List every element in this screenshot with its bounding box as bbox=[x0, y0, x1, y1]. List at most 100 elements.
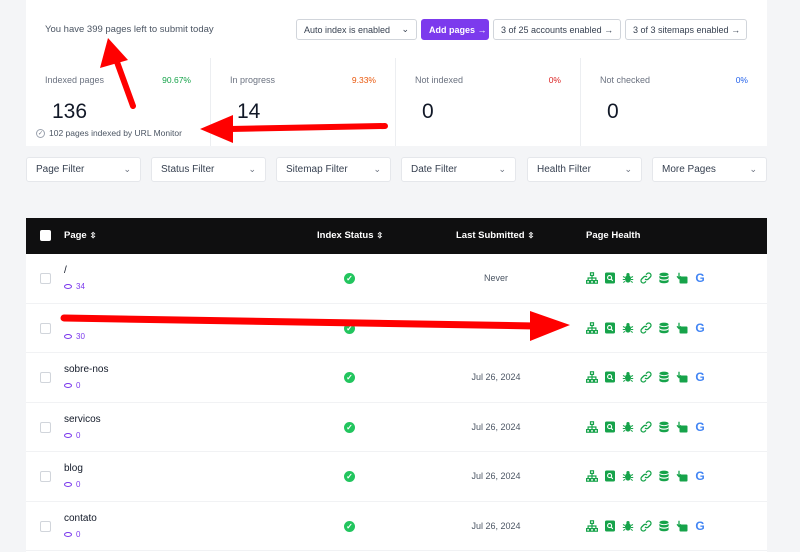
views-count: 34 bbox=[76, 282, 85, 291]
download-doc-icon[interactable] bbox=[676, 470, 688, 482]
last-submitted-date: Jul 26, 2024 bbox=[471, 372, 521, 382]
row-checkbox[interactable] bbox=[40, 322, 51, 334]
download-doc-icon[interactable] bbox=[676, 421, 688, 433]
pages-remaining-text: You have 399 pages left to submit today bbox=[45, 24, 214, 35]
sitemap-icon[interactable] bbox=[586, 519, 598, 532]
bug-icon[interactable] bbox=[622, 272, 634, 284]
column-label: Page Health bbox=[586, 230, 641, 241]
stat-percent: 90.67% bbox=[162, 75, 191, 85]
eye-icon bbox=[64, 333, 72, 339]
link-icon[interactable] bbox=[640, 470, 652, 482]
google-icon[interactable]: G bbox=[694, 470, 706, 482]
bug-icon[interactable] bbox=[622, 520, 634, 532]
bug-icon[interactable] bbox=[622, 421, 634, 433]
link-icon[interactable] bbox=[640, 420, 652, 433]
link-icon[interactable] bbox=[640, 321, 652, 334]
chevron-down-icon: ⌄ bbox=[248, 164, 256, 174]
filter-date[interactable]: Date Filter ⌄ bbox=[401, 157, 516, 182]
sort-icon: ⇳ bbox=[527, 231, 535, 240]
sort-icon: ⇳ bbox=[376, 231, 384, 240]
page-path[interactable]: servicos bbox=[64, 414, 101, 425]
accounts-button[interactable]: 3 of 25 accounts enabled → bbox=[493, 19, 621, 40]
column-last-submitted[interactable]: Last Submitted ⇳ bbox=[456, 230, 534, 241]
row-checkbox[interactable] bbox=[40, 471, 51, 482]
link-icon[interactable] bbox=[640, 371, 652, 383]
column-page[interactable]: Page ⇳ bbox=[64, 230, 96, 241]
search-doc-icon[interactable] bbox=[604, 371, 616, 383]
filter-label: Sitemap Filter bbox=[286, 164, 348, 175]
column-index-status[interactable]: Index Status ⇳ bbox=[317, 230, 383, 241]
bug-icon[interactable] bbox=[622, 470, 634, 482]
download-doc-icon[interactable] bbox=[676, 520, 688, 532]
table-row[interactable]: sobre-nos 0 ✓ Jul 26, 2024 G bbox=[26, 353, 767, 403]
link-icon[interactable] bbox=[640, 519, 652, 532]
pages-table: Page ⇳ Index Status ⇳ Last Submitted ⇳ Page… bbox=[26, 218, 767, 552]
page-path[interactable]: contato bbox=[64, 513, 97, 524]
google-icon[interactable]: G bbox=[694, 371, 706, 383]
stat-not-indexed: Not indexed 0% 0 bbox=[396, 58, 581, 146]
sitemap-icon[interactable] bbox=[586, 371, 598, 383]
select-all-checkbox[interactable] bbox=[40, 230, 51, 241]
database-icon[interactable] bbox=[658, 371, 670, 383]
sitemap-icon[interactable] bbox=[586, 420, 598, 433]
sitemaps-button[interactable]: 3 of 3 sitemaps enabled → bbox=[625, 19, 747, 40]
google-icon[interactable]: G bbox=[694, 272, 706, 284]
database-icon[interactable] bbox=[658, 520, 670, 532]
filter-label: More Pages bbox=[662, 164, 716, 175]
database-icon[interactable] bbox=[658, 470, 670, 482]
table-row[interactable]: 30 ✓ G bbox=[26, 304, 767, 353]
database-icon[interactable] bbox=[658, 272, 670, 284]
search-doc-icon[interactable] bbox=[604, 520, 616, 532]
page-path[interactable]: blog bbox=[64, 463, 83, 474]
indexed-check-icon: ✓ bbox=[344, 273, 355, 284]
page-path[interactable]: / bbox=[64, 265, 67, 276]
row-checkbox[interactable] bbox=[40, 421, 51, 433]
filter-more-pages[interactable]: More Pages ⌄ bbox=[652, 157, 767, 182]
google-icon[interactable]: G bbox=[694, 322, 706, 334]
views-count: 0 bbox=[76, 480, 81, 489]
auto-index-dropdown[interactable]: Auto index is enabled ⌄ bbox=[296, 19, 417, 40]
table-row[interactable]: / 34 ✓ Never G bbox=[26, 254, 767, 304]
search-doc-icon[interactable] bbox=[604, 421, 616, 433]
search-doc-icon[interactable] bbox=[604, 470, 616, 482]
views-count: 0 bbox=[76, 430, 81, 440]
page-health-icons: G bbox=[586, 321, 712, 335]
database-icon[interactable] bbox=[658, 322, 670, 334]
bug-icon[interactable] bbox=[622, 322, 634, 334]
search-doc-icon[interactable] bbox=[604, 322, 616, 334]
stat-percent: 0% bbox=[548, 75, 561, 85]
table-row[interactable]: blog 0 ✓ Jul 26, 2024 G bbox=[26, 452, 767, 502]
database-icon[interactable] bbox=[658, 421, 670, 433]
row-checkbox[interactable] bbox=[40, 520, 51, 532]
download-doc-icon[interactable] bbox=[676, 322, 688, 334]
row-checkbox[interactable] bbox=[40, 372, 51, 383]
download-doc-icon[interactable] bbox=[676, 272, 688, 284]
column-label: Last Submitted bbox=[456, 230, 525, 241]
sitemap-icon[interactable] bbox=[586, 272, 598, 284]
chevron-down-icon: ⌄ bbox=[624, 164, 632, 174]
chevron-down-icon: ⌄ bbox=[401, 24, 409, 34]
stat-percent: 9.33% bbox=[351, 75, 376, 85]
chevron-down-icon: ⌄ bbox=[749, 164, 757, 174]
add-pages-button[interactable]: Add pages → bbox=[421, 19, 489, 40]
sitemap-icon[interactable] bbox=[586, 321, 598, 334]
column-label: Index Status bbox=[317, 230, 374, 241]
page-path[interactable]: sobre-nos bbox=[64, 364, 108, 375]
google-icon[interactable]: G bbox=[694, 520, 706, 532]
table-row[interactable]: servicos 0 ✓ Jul 26, 2024 G bbox=[26, 403, 767, 452]
bug-icon[interactable] bbox=[622, 371, 634, 383]
table-row[interactable]: contato 0 ✓ Jul 26, 2024 G bbox=[26, 502, 767, 551]
download-doc-icon[interactable] bbox=[676, 371, 688, 383]
link-icon[interactable] bbox=[640, 272, 652, 284]
filter-status[interactable]: Status Filter ⌄ bbox=[151, 157, 266, 182]
eye-icon bbox=[64, 284, 72, 289]
page-views: 34 bbox=[64, 282, 85, 291]
row-checkbox[interactable] bbox=[40, 273, 51, 284]
search-doc-icon[interactable] bbox=[604, 272, 616, 284]
google-icon[interactable]: G bbox=[694, 421, 706, 433]
filter-health[interactable]: Health Filter ⌄ bbox=[527, 157, 642, 182]
filter-sitemap[interactable]: Sitemap Filter ⌄ bbox=[276, 157, 391, 182]
filter-page[interactable]: Page Filter ⌄ bbox=[26, 157, 141, 182]
sitemap-icon[interactable] bbox=[586, 470, 598, 482]
url-monitor-text: 102 pages indexed by URL Monitor bbox=[49, 128, 182, 138]
